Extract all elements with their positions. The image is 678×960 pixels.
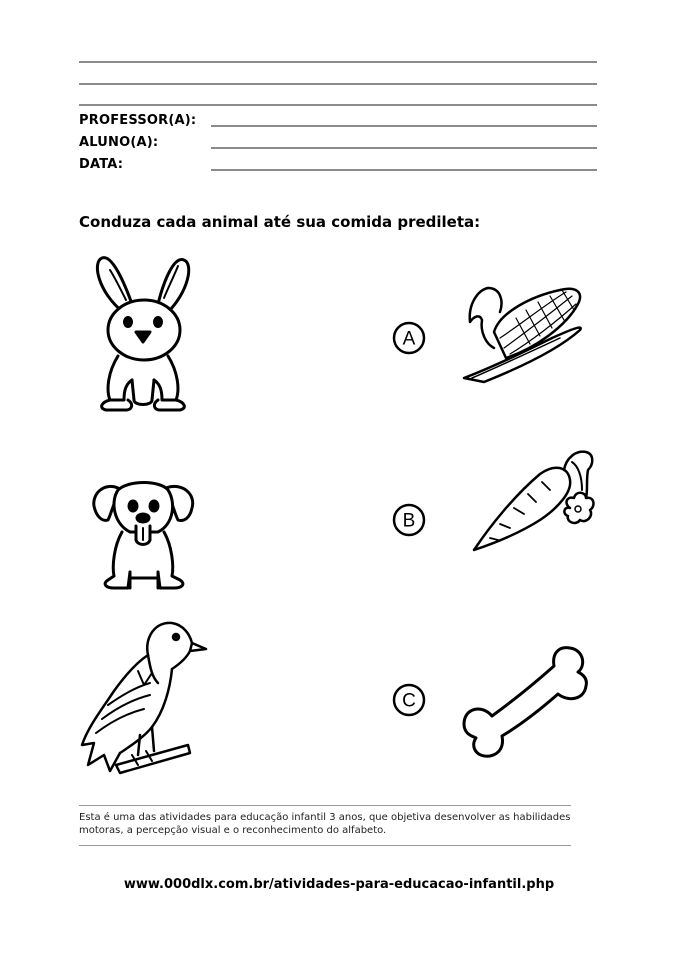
corn-icon [462, 286, 582, 384]
dog-icon [92, 481, 195, 590]
header-line-3 [79, 104, 597, 106]
header-line-2 [79, 83, 597, 85]
header-line-1 [79, 61, 597, 63]
data-label: DATA: [79, 157, 124, 172]
svg-text:A: A [403, 329, 416, 350]
aluno-label: ALUNO(A): [79, 135, 159, 150]
option-a-icon: A [392, 321, 426, 355]
footer-url[interactable]: www.000dlx.com.br/atividades-para-educac… [0, 877, 678, 892]
instruction-title: Conduza cada animal até sua comida predi… [79, 213, 481, 231]
bone-icon [462, 646, 588, 758]
footer-description: Esta é uma das atividades para educação … [79, 812, 571, 836]
svg-text:B: B [403, 511, 416, 532]
footer-top-rule [79, 805, 571, 806]
footer-bottom-rule [79, 845, 571, 846]
option-b-icon: B [392, 503, 426, 537]
professor-field[interactable] [211, 125, 597, 127]
bird-icon [80, 621, 208, 775]
data-field[interactable] [211, 169, 597, 171]
svg-text:C: C [402, 691, 416, 712]
rabbit-icon [95, 256, 191, 412]
professor-label: PROFESSOR(A): [79, 113, 197, 128]
carrot-icon [472, 450, 595, 552]
option-c-icon: C [392, 683, 426, 717]
aluno-field[interactable] [211, 147, 597, 149]
